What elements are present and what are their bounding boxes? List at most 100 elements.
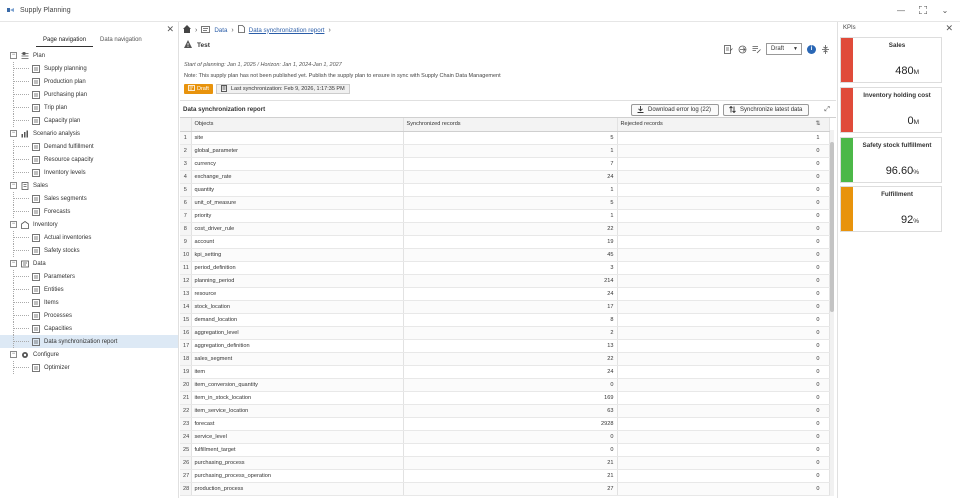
close-icon[interactable]: ✕ [945,23,953,34]
column-header-synchronized-records[interactable]: Synchronized records [403,118,618,132]
status-select[interactable]: Draft ▼ [766,43,802,55]
rejected-records-cell: 0 [617,157,830,171]
synchronize-latest-data-button[interactable]: Synchronize latest data [723,104,809,116]
table-row[interactable]: 27 purchasing_process_operation 21 0 [180,469,830,483]
sync-report-grid: Objects Synchronized records Rejected re… [180,117,836,498]
table-row[interactable]: 13 resource 24 0 [180,287,830,301]
table-row[interactable]: 2 global_parameter 1 0 [180,144,830,158]
table-row[interactable]: 10 kpi_setting 45 0 [180,248,830,262]
tree-group-configure[interactable]: − Configure [0,348,178,361]
table-row[interactable]: 9 account 19 0 [180,235,830,249]
breadcrumb-data-link[interactable]: Data [214,27,227,34]
tree-item-forecasts[interactable]: Forecasts [0,205,178,218]
vertical-scrollbar[interactable] [830,130,834,496]
synchronized-records-cell: 8 [403,313,618,327]
tab-data-navigation[interactable]: Data navigation [93,35,149,47]
table-row[interactable]: 26 purchasing_process 21 0 [180,456,830,470]
table-row[interactable]: 17 aggregation_definition 13 0 [180,339,830,353]
close-icon[interactable]: ✕ [166,24,174,35]
table-row[interactable]: 11 period_definition 3 0 [180,261,830,275]
kpi-card-sales[interactable]: Sales 480M [840,37,942,83]
tree-item-optimizer[interactable]: Optimizer [0,361,178,374]
tree-item-supply-planning[interactable]: Supply planning [0,62,178,75]
chevron-down-icon[interactable]: ⌄ [940,5,950,15]
table-row[interactable]: 21 item_in_stock_location 169 0 [180,391,830,405]
tree-item-capacity-plan[interactable]: Capacity plan [0,114,178,127]
tree-item-inventory-levels[interactable]: Inventory levels [0,166,178,179]
tab-page-navigation[interactable]: Page navigation [36,35,94,47]
tree-item-label: Items [44,299,59,306]
row-number: 3 [180,157,192,171]
compare-icon[interactable] [738,45,747,54]
tree-item-sales-segments[interactable]: Sales segments [0,192,178,205]
breadcrumb-current[interactable]: Data synchronization report [249,27,325,34]
tree-item-production-plan[interactable]: Production plan [0,75,178,88]
info-icon[interactable]: i [807,44,816,54]
table-row[interactable]: 18 sales_segment 22 0 [180,352,830,366]
table-row[interactable]: 3 currency 7 0 [180,157,830,171]
tree-group-data[interactable]: − Data [0,257,178,270]
download-error-log-button[interactable]: Download error log (22) [631,104,719,116]
kpi-card-safety-stock-fulfillment[interactable]: Safety stock fulfillment 96.60% [840,137,942,183]
collapse-toggle-icon[interactable]: − [10,260,17,267]
kpi-card-inventory-holding-cost[interactable]: Inventory holding cost 0M [840,87,942,133]
tree-connector [13,289,29,290]
table-row[interactable]: 7 priority 1 0 [180,209,830,223]
table-row[interactable]: 25 fulfillment_target 0 0 [180,443,830,457]
collapse-toggle-icon[interactable]: − [10,130,17,137]
tree-group-plan[interactable]: − Plan [0,49,178,62]
tree-item-safety-stocks[interactable]: Safety stocks [0,244,178,257]
draft-badge: Draft [184,84,213,94]
minimize-icon[interactable]: — [896,5,906,15]
column-header-rejected-records[interactable]: Rejected records ⇅ [617,118,830,132]
tree-item-trip-plan[interactable]: Trip plan [0,101,178,114]
tree-group-scenario-analysis[interactable]: − Scenario analysis [0,127,178,140]
tree-item-actual-inventories[interactable]: Actual inventories [0,231,178,244]
tree-item-purchasing-plan[interactable]: Purchasing plan [0,88,178,101]
sort-icon[interactable]: ⇅ [815,120,820,127]
tree-item-processes[interactable]: Processes [0,309,178,322]
collapse-toggle-icon[interactable]: − [10,221,17,228]
home-icon[interactable] [183,25,191,35]
row-number: 25 [180,443,192,457]
table-row[interactable]: 20 item_conversion_quantity 0 0 [180,378,830,392]
publish-icon[interactable] [752,45,761,54]
tree-item-data-synchronization-report[interactable]: Data synchronization report [0,335,178,348]
tree-item-entities[interactable]: Entities [0,283,178,296]
table-row[interactable]: 16 aggregation_level 2 0 [180,326,830,340]
table-row[interactable]: 15 demand_location 8 0 [180,313,830,327]
table-row[interactable]: 1 site 5 1 [180,131,830,145]
table-row[interactable]: 6 unit_of_measure 5 0 [180,196,830,210]
table-row[interactable]: 28 production_process 27 0 [180,482,830,496]
scrollbar-thumb[interactable] [830,142,834,312]
tree-group-inventory[interactable]: − Inventory [0,218,178,231]
synchronized-records-cell: 7 [403,157,618,171]
collapse-toggle-icon[interactable]: − [10,351,17,358]
column-header-objects[interactable]: Objects [191,118,404,132]
table-row[interactable]: 19 item 24 0 [180,365,830,379]
tree-item-items[interactable]: Items [0,296,178,309]
tree-item-resource-capacity[interactable]: Resource capacity [0,153,178,166]
synchronized-records-cell: 21 [403,456,618,470]
table-row[interactable]: 8 cost_driver_rule 22 0 [180,222,830,236]
kpi-card-fulfillment[interactable]: Fulfillment 92% [840,186,942,232]
table-row[interactable]: 5 quantity 1 0 [180,183,830,197]
edit-document-icon[interactable] [724,44,733,54]
table-row[interactable]: 14 stock_location 17 0 [180,300,830,314]
fullscreen-icon[interactable] [918,5,928,15]
table-row[interactable]: 22 item_service_location 63 0 [180,404,830,418]
sales-segments-icon [32,194,40,203]
tree-item-capacities[interactable]: Capacities [0,322,178,335]
collapse-toggle-icon[interactable]: − [10,182,17,189]
tree-group-sales[interactable]: − Sales [0,179,178,192]
table-row[interactable]: 24 service_level 0 0 [180,430,830,444]
collapse-icon[interactable] [821,44,830,54]
table-row[interactable]: 12 planning_period 214 0 [180,274,830,288]
table-row[interactable]: 4 exchange_rate 24 0 [180,170,830,184]
tree-item-demand-fulfillment[interactable]: Demand fulfillment [0,140,178,153]
table-row[interactable]: 23 forecast 2928 0 [180,417,830,431]
expand-icon[interactable]: ⤢ [824,106,830,114]
collapse-toggle-icon[interactable]: − [10,52,17,59]
object-name-cell: planning_period [191,274,404,288]
tree-item-parameters[interactable]: Parameters [0,270,178,283]
